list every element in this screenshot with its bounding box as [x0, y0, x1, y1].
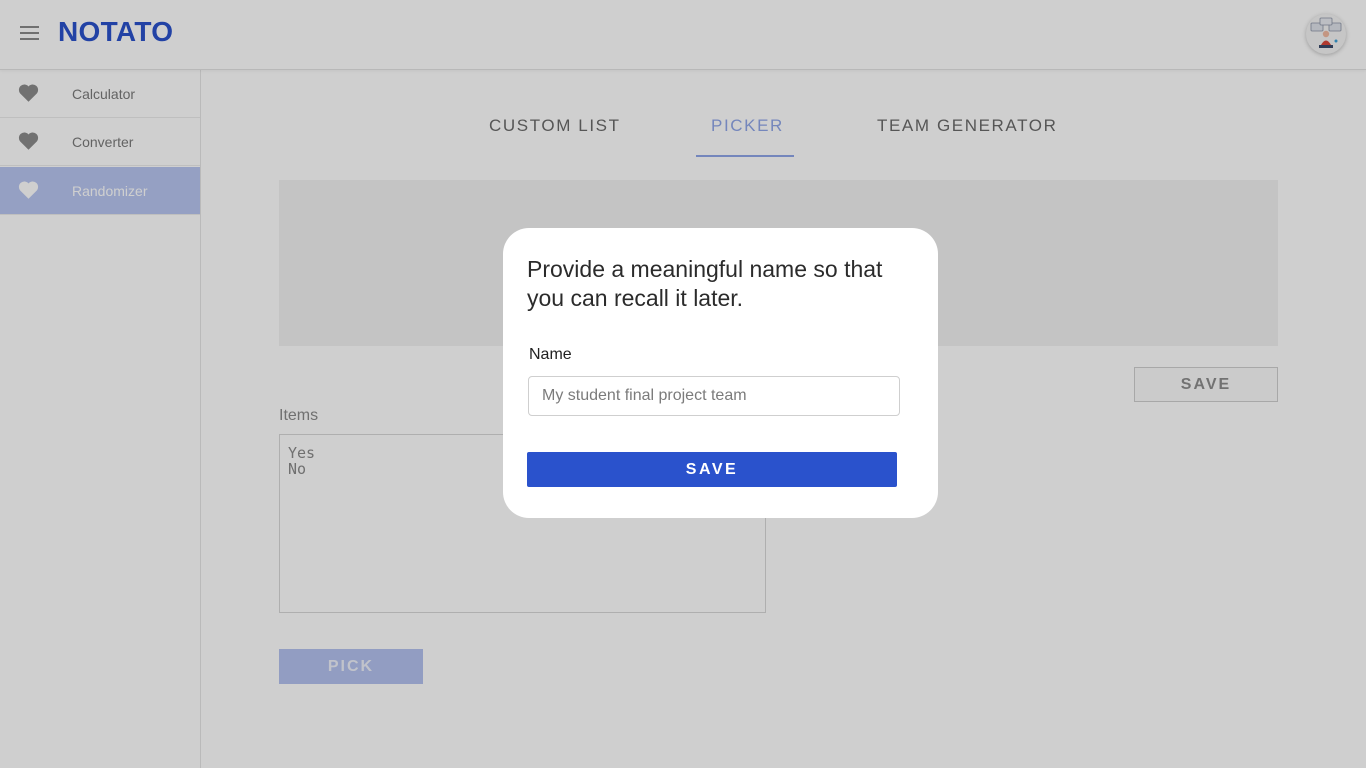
dialog-save-button[interactable]: SAVE [527, 452, 897, 487]
save-name-dialog: Provide a meaningful name so that you ca… [503, 228, 938, 518]
name-field-label: Name [529, 346, 572, 363]
dialog-title: Provide a meaningful name so that you ca… [527, 256, 883, 311]
name-input[interactable] [528, 376, 900, 416]
